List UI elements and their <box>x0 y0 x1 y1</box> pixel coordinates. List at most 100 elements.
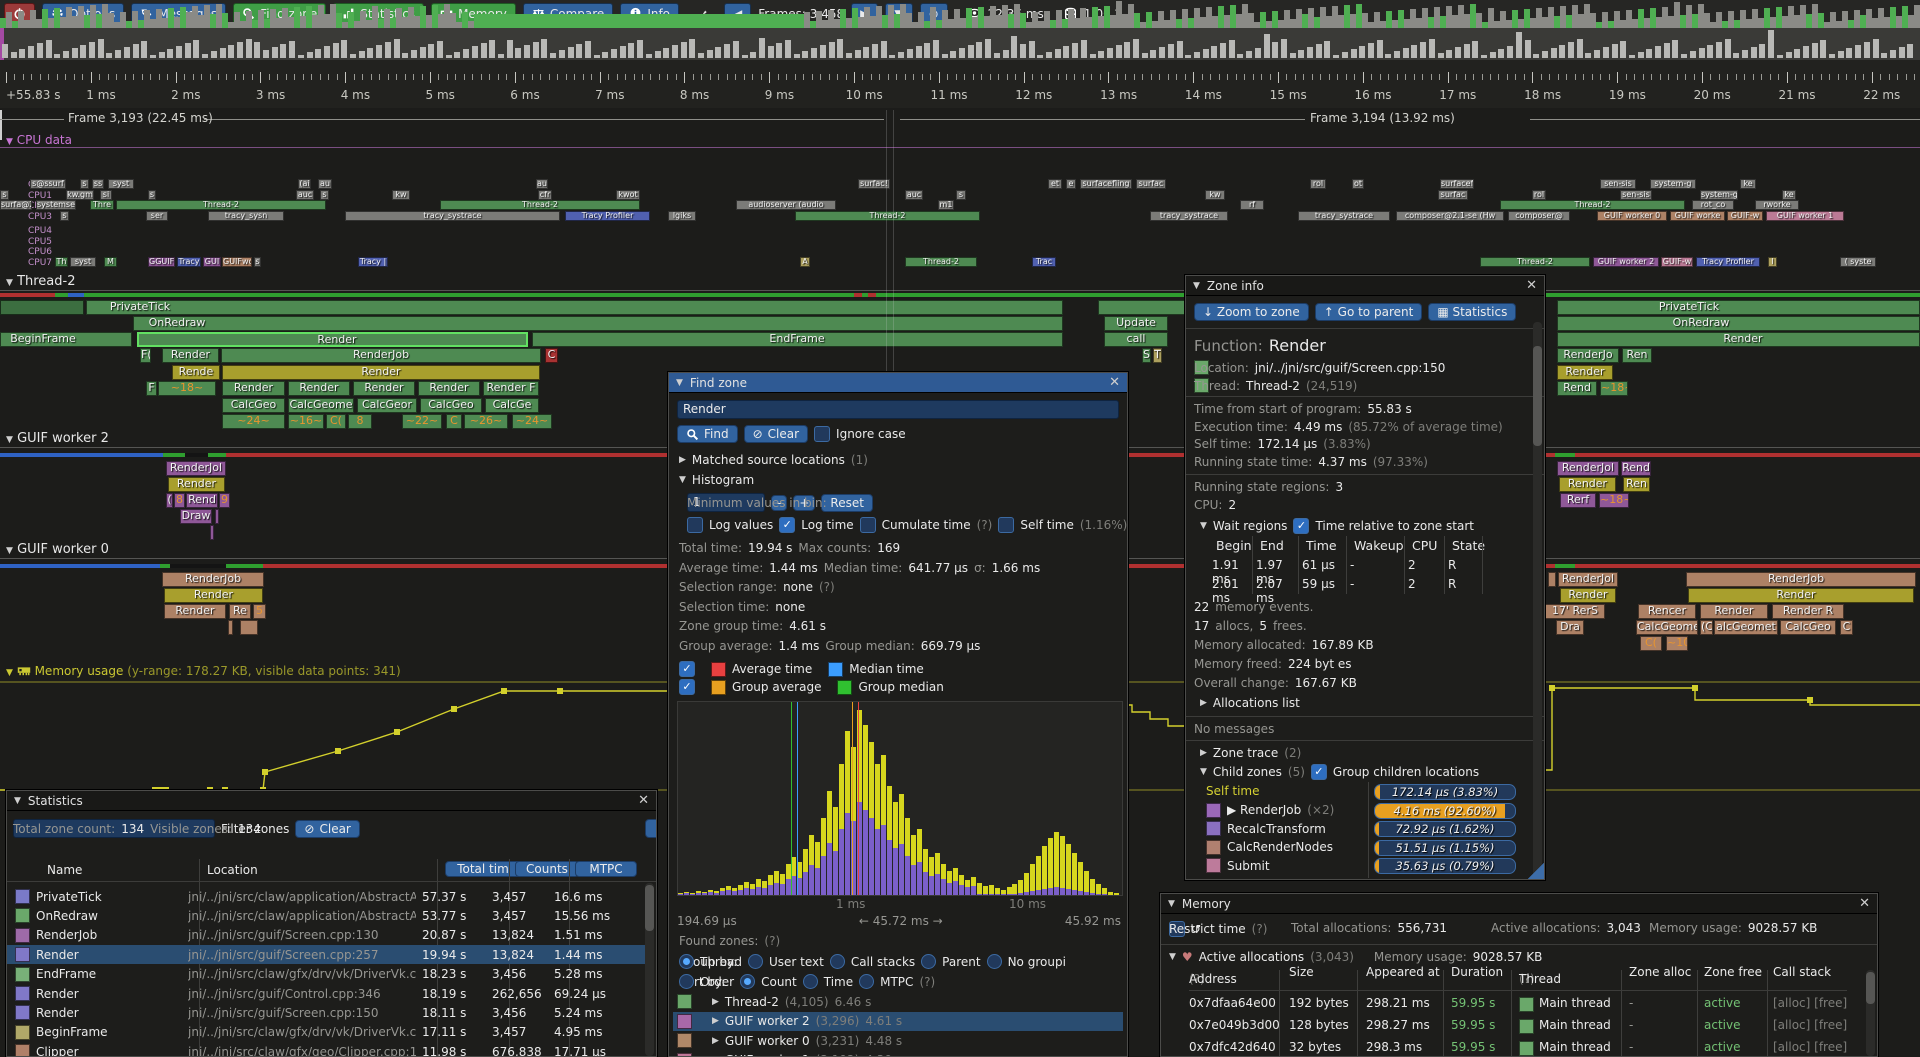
timeline-zone[interactable]: ~24~ <box>222 414 285 429</box>
cpu-row-label[interactable]: CPU5 <box>28 237 52 247</box>
timeline-zone[interactable]: ke <box>1740 179 1756 189</box>
thread-header-thread-2[interactable]: ▼ Thread-2 <box>6 274 75 289</box>
collapse-triangle-icon[interactable]: ▼ <box>676 378 683 388</box>
timeline-zone[interactable]: kw <box>1205 190 1225 200</box>
timeline-zone[interactable]: sen-sis <box>1600 179 1636 189</box>
statistics-button[interactable]: ▦ Statistics <box>1428 303 1516 321</box>
collapse-triangle-icon[interactable]: ▼ <box>14 796 21 806</box>
timeline-zone[interactable] <box>1098 300 1190 315</box>
timeline-zone[interactable]: Thread-2 <box>795 211 980 221</box>
group-by-radio-user-text[interactable] <box>748 954 763 969</box>
timeline-zone[interactable]: rworke <box>1755 200 1799 210</box>
collapse-triangle-icon[interactable]: ▼ <box>1169 952 1176 962</box>
timeline-zone[interactable]: Render <box>1559 477 1616 492</box>
timeline-zone[interactable]: Rend <box>186 493 218 508</box>
timeline-zone[interactable]: GUIF worke <box>1670 211 1725 221</box>
timeline-zone[interactable]: Thread-2 <box>905 257 977 267</box>
timeline-zone[interactable]: Ren <box>1622 348 1652 363</box>
timeline-zone[interactable]: OnRedraw <box>133 316 1063 331</box>
timeline-zone[interactable]: ~22~ <box>402 414 442 429</box>
timeline-zone[interactable]: I <box>1768 257 1777 267</box>
timeline-zone[interactable]: m1 <box>938 200 954 210</box>
timeline-zone[interactable]: Render <box>418 381 480 396</box>
timeline-zone[interactable]: CalcGe <box>485 398 539 413</box>
timeline-zone[interactable]: s <box>0 190 9 200</box>
collapse-triangle-icon[interactable]: ▼ <box>1168 899 1175 909</box>
timeline-zone[interactable]: Thre <box>90 200 114 210</box>
timeline-zone[interactable]: au <box>536 179 548 189</box>
timeline-zone[interactable]: tracy_systrace <box>1150 211 1228 221</box>
cpu-row-label[interactable]: CPU4 <box>28 226 52 236</box>
child-zone-row[interactable]: RecalcTransform <box>1206 821 1326 836</box>
timeline-zone[interactable]: ~18~ <box>1599 493 1629 508</box>
timeline-zone[interactable]: Render <box>222 365 540 380</box>
timeline-zone[interactable]: Thread-2 <box>1500 200 1685 210</box>
statistics-row[interactable]: Clipperjni/../jni/src/claw/gfx/geo/Clipp… <box>7 1042 652 1057</box>
reset-button[interactable]: Reset <box>821 494 873 512</box>
timeline-zone[interactable]: audioserver (audio <box>736 200 836 210</box>
expand-triangle-icon[interactable]: ▶ <box>1200 698 1207 708</box>
timeline-zone[interactable]: ~26~ <box>464 414 508 429</box>
cpu-row-label[interactable]: CPU3 <box>28 212 52 222</box>
timeline-zone[interactable]: systemse <box>36 200 76 210</box>
timeline-zone[interactable]: Rend <box>1621 461 1651 476</box>
timeline-zone[interactable]: s <box>254 257 261 267</box>
timeline-zone[interactable]: Thread-2 <box>440 200 640 210</box>
find-zone-panel-titlebar[interactable]: ▼Find zone✕ <box>669 373 1127 393</box>
expand-triangle-icon[interactable]: ▶ <box>1200 748 1207 758</box>
timeline-zone[interactable]: Rende <box>172 365 220 380</box>
timeline-zone[interactable]: system-g <box>1650 179 1696 189</box>
timeline-zone[interactable]: GUIF-w <box>1727 211 1763 221</box>
group-by-radio-no-groupi[interactable] <box>987 954 1002 969</box>
cumulate-time-checkbox[interactable] <box>860 517 876 533</box>
timeline-zone[interactable]: RenderJob <box>221 348 541 363</box>
timeline-zone[interactable]: Tracy <box>177 257 201 267</box>
expand-triangle-icon[interactable]: ▶ <box>712 1036 719 1046</box>
timeline-zone[interactable]: ~18~ <box>1600 381 1628 396</box>
collapse-triangle-icon[interactable]: ▼ <box>6 435 13 445</box>
timeline-zone[interactable]: C <box>446 414 462 429</box>
collapse-triangle-icon[interactable]: ▼ <box>1193 281 1200 291</box>
timeline-zone[interactable] <box>210 525 214 540</box>
timeline-zone[interactable]: EndFrame <box>532 332 1063 347</box>
find-zone-search-input[interactable]: Render <box>677 400 1119 419</box>
statistics-row[interactable]: RenderJobjni/../jni/src/guif/Screen.cpp:… <box>7 926 652 945</box>
timeline-zone[interactable]: syst <box>108 179 134 189</box>
child-zone-row[interactable]: CalcRenderNodes <box>1206 840 1333 855</box>
clear-button[interactable]: ⊘ Clear <box>744 425 808 443</box>
found-zone-group-row[interactable]: ▶GUIF worker 2(3,296)4.61 s <box>673 1012 1123 1031</box>
collapse-triangle-icon[interactable]: ▼ <box>1200 767 1207 777</box>
timeline-zone[interactable]: CalcGeor <box>357 398 417 413</box>
group-by-radio-call-stacks[interactable] <box>830 954 845 969</box>
timeline-zone[interactable]: CalcGeo <box>222 398 285 413</box>
timeline-zone[interactable]: surfac <box>1438 190 1468 200</box>
zone-info-panel-titlebar[interactable]: ▼Zone info✕ <box>1186 276 1544 296</box>
timeline-zone[interactable]: GUIF worker 1 <box>1766 211 1844 221</box>
timeline-zone[interactable]: kwot <box>616 190 640 200</box>
timeline-zone[interactable]: auc <box>296 190 314 200</box>
clipped-button[interactable] <box>645 819 657 838</box>
timeline-zone[interactable]: F( <box>140 348 151 363</box>
timeline-zone[interactable]: ~16~ <box>288 414 324 429</box>
sort-by-radio-time[interactable] <box>803 974 818 989</box>
log-time-checkbox[interactable]: ✓ <box>779 517 795 533</box>
timeline-zone[interactable]: GUIF-w <box>1661 257 1693 267</box>
histogram-chart[interactable] <box>677 701 1123 896</box>
timeline-zone[interactable]: ot <box>1352 179 1364 189</box>
find-button[interactable]: Find <box>677 425 738 443</box>
found-zone-group-row[interactable]: ▶GUIF worker 0(3,231)4.48 s <box>673 1031 1123 1050</box>
timeline-zone[interactable]: rol <box>1310 179 1326 189</box>
statistics-row[interactable]: PrivateTickjni/../jni/src/claw/applicati… <box>7 887 652 906</box>
alloc-call-stack[interactable]: [alloc] [free] <box>1773 1040 1865 1054</box>
found-zone-group-row[interactable]: ▶Thread-2(4,105)6.46 s <box>673 992 1123 1011</box>
go-to-parent-button[interactable]: ↑ Go to parent <box>1315 303 1423 321</box>
timeline-zone[interactable]: auc <box>905 190 923 200</box>
timeline-zone[interactable]: ss <box>92 179 104 189</box>
timeline-zone[interactable]: RenderJol <box>166 461 226 476</box>
timeline-zone[interactable]: ~24~ <box>512 414 552 429</box>
timeline-zone[interactable]: Rend <box>1557 381 1597 396</box>
timeline-zone[interactable]: CalcGeo <box>420 398 482 413</box>
active-allocations-row[interactable]: ▼♥Active allocations(3,043)Memory usage:… <box>1169 950 1542 964</box>
collapse-triangle-icon[interactable]: ▼ <box>6 137 13 147</box>
timeline-zone[interactable]: ke <box>1782 190 1796 200</box>
